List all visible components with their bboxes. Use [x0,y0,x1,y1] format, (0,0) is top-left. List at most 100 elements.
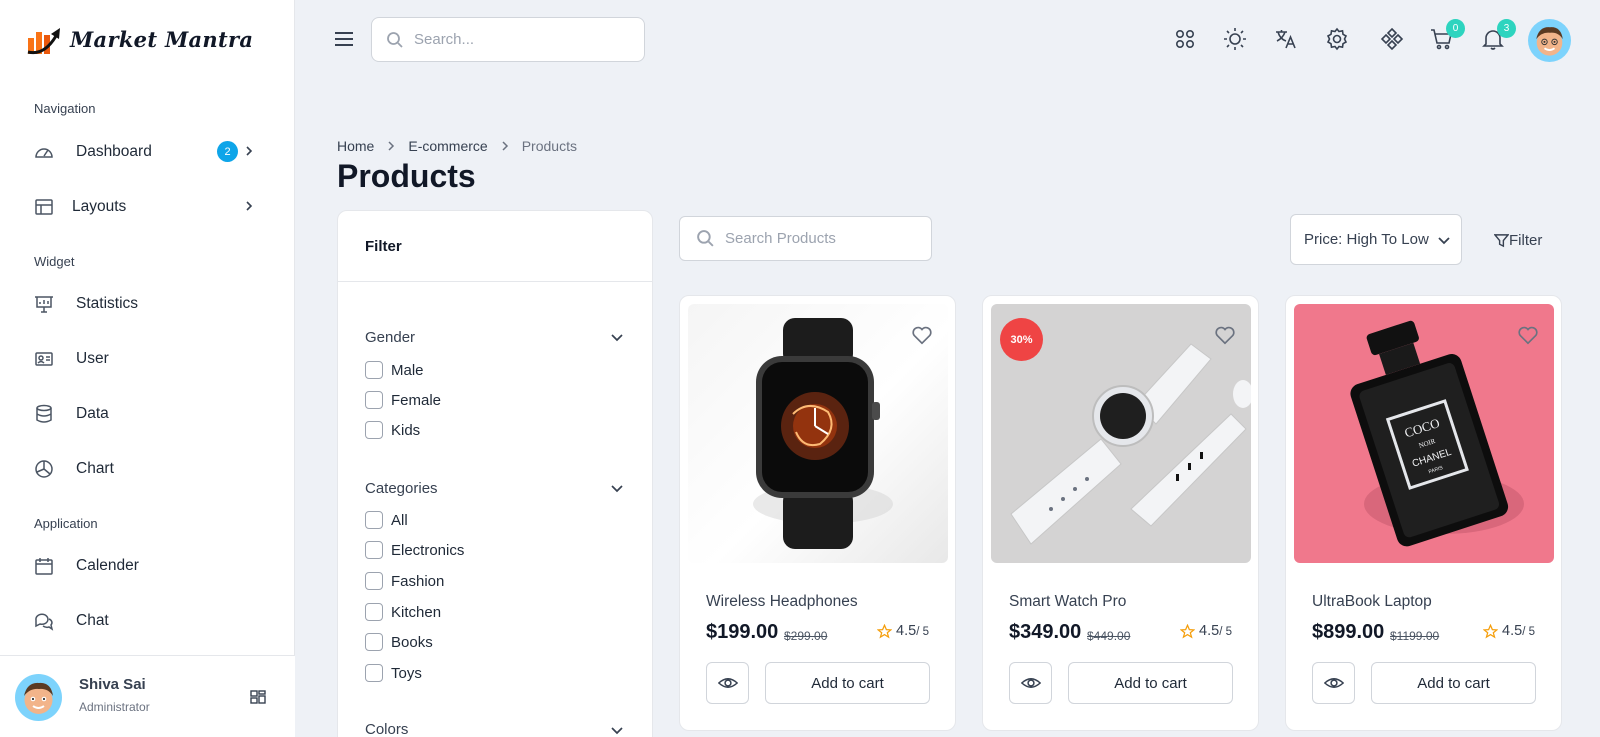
checkbox[interactable] [365,421,383,439]
translate-icon [1276,30,1296,49]
checkbox[interactable] [365,603,383,621]
filter-button[interactable]: Filter [1494,232,1542,249]
product-price: $899.00 [1312,621,1385,643]
quick-view-button[interactable] [1312,662,1355,704]
language-button[interactable] [1274,27,1298,51]
breadcrumb-home[interactable]: Home [337,138,374,154]
notification-count-badge: 3 [1497,19,1516,38]
product-search-input[interactable] [725,230,925,247]
filter-option-kids[interactable]: Kids [365,421,420,439]
filter-option-female[interactable]: Female [365,391,441,409]
checkbox[interactable] [365,541,383,559]
sidebar-item-label: Dashboard [76,143,152,160]
layout-grid-icon[interactable] [248,687,268,707]
option-label: Electronics [391,541,465,559]
filter-panel-title: Filter [338,211,652,282]
checkbox[interactable] [365,664,383,682]
avatar[interactable] [15,674,62,721]
rating-value: 4.5 [896,623,917,639]
search-input[interactable] [414,31,614,48]
wishlist-heart-icon[interactable] [1214,324,1236,346]
global-search[interactable] [371,17,645,62]
filter-button-label: Filter [1509,232,1543,249]
product-card[interactable]: COCO NOIR CHANEL PARIS UltraBook Laptop … [1285,295,1562,731]
checkbox[interactable] [365,361,383,379]
filter-option-kitchen[interactable]: Kitchen [365,603,441,621]
menu-icon[interactable] [333,28,355,50]
wishlist-heart-icon[interactable] [911,324,933,346]
star-icon [1180,623,1196,639]
product-rating: 4.5/ 5 [1180,623,1232,639]
filter-group-gender-title[interactable]: Gender [365,329,415,346]
page-title: Products [337,158,476,194]
presentation-chart-icon [34,294,54,314]
filter-group-categories-title[interactable]: Categories [365,480,438,497]
product-rating: 4.5/ 5 [1483,623,1535,639]
sidebar-item-chat[interactable]: Chat [34,603,264,639]
sidebar-item-layouts[interactable]: Layouts [34,189,264,225]
sidebar-item-user[interactable]: User [34,341,264,377]
sidebar-item-dashboard[interactable]: Dashboard 2 [34,134,264,170]
wishlist-heart-icon[interactable] [1517,324,1539,346]
components-button[interactable] [1380,27,1404,51]
checkbox[interactable] [365,511,383,529]
theme-toggle-button[interactable] [1223,27,1247,51]
sidebar-item-label: Calender [76,557,139,574]
add-to-cart-button[interactable]: Add to cart [765,662,930,704]
sidebar-item-statistics[interactable]: Statistics [34,286,264,322]
product-price: $349.00 [1009,621,1082,643]
filter-group-colors-title[interactable]: Colors [365,721,408,737]
pie-chart-icon [34,459,54,479]
filter-option-male[interactable]: Male [365,361,424,379]
quick-view-button[interactable] [1009,662,1052,704]
product-image[interactable] [688,304,948,563]
add-to-cart-button[interactable]: Add to cart [1371,662,1536,704]
product-card[interactable]: 30% Smart Watch Pro $349.00 $449.00 4.5/… [982,295,1259,731]
chevron-down-icon[interactable] [610,330,624,344]
id-card-icon [34,349,54,369]
option-label: All [391,511,408,529]
sidebar-item-chart[interactable]: Chart [34,451,264,487]
product-image[interactable]: COCO NOIR CHANEL PARIS [1294,304,1554,563]
sidebar-item-calender[interactable]: Calender [34,548,264,584]
filter-panel: Filter Gender Male Female Kids Categorie… [337,210,653,737]
cart-button[interactable]: 0 [1430,19,1465,51]
filter-option-toys[interactable]: Toys [365,664,422,682]
product-name[interactable]: UltraBook Laptop [1312,593,1432,611]
star-icon [877,623,893,639]
brand-logo[interactable]: Market Mantra [26,22,253,56]
header-avatar[interactable] [1528,19,1571,62]
brand-name: Market Mantra [70,26,254,52]
avatar-face-icon [24,682,53,714]
sidebar: Market Mantra Navigation Dashboard 2 Lay… [0,0,295,737]
filter-option-fashion[interactable]: Fashion [365,572,444,590]
notifications-button[interactable]: 3 [1481,19,1516,51]
checkbox[interactable] [365,633,383,651]
product-search[interactable] [679,216,932,261]
breadcrumb-ecommerce[interactable]: E-commerce [408,138,487,154]
database-icon [34,404,54,424]
rating-max: / 5 [1522,626,1535,638]
sidebar-item-label: User [76,350,109,367]
perfume-bottle-image: COCO NOIR CHANEL PARIS [1350,320,1524,547]
apps-button[interactable] [1173,27,1197,51]
sidebar-item-data[interactable]: Data [34,396,264,432]
settings-button[interactable] [1325,27,1349,51]
user-profile[interactable]: Shiva Sai Administrator [0,655,295,737]
product-name[interactable]: Wireless Headphones [706,593,858,611]
checkbox[interactable] [365,391,383,409]
chevron-down-icon[interactable] [610,723,624,737]
rating-value: 4.5 [1199,623,1220,639]
filter-option-all[interactable]: All [365,511,408,529]
add-to-cart-button[interactable]: Add to cart [1068,662,1233,704]
product-card[interactable]: Wireless Headphones $199.00 $299.00 4.5/… [679,295,956,731]
quick-view-button[interactable] [706,662,749,704]
filter-option-books[interactable]: Books [365,633,433,651]
chevron-down-icon[interactable] [610,481,624,495]
checkbox[interactable] [365,572,383,590]
filter-option-electronics[interactable]: Electronics [365,541,464,559]
rating-max: / 5 [916,626,929,638]
sort-select[interactable]: Price: High To Low [1290,214,1462,265]
nav-section-application: Application [34,516,98,531]
product-name[interactable]: Smart Watch Pro [1009,593,1126,611]
